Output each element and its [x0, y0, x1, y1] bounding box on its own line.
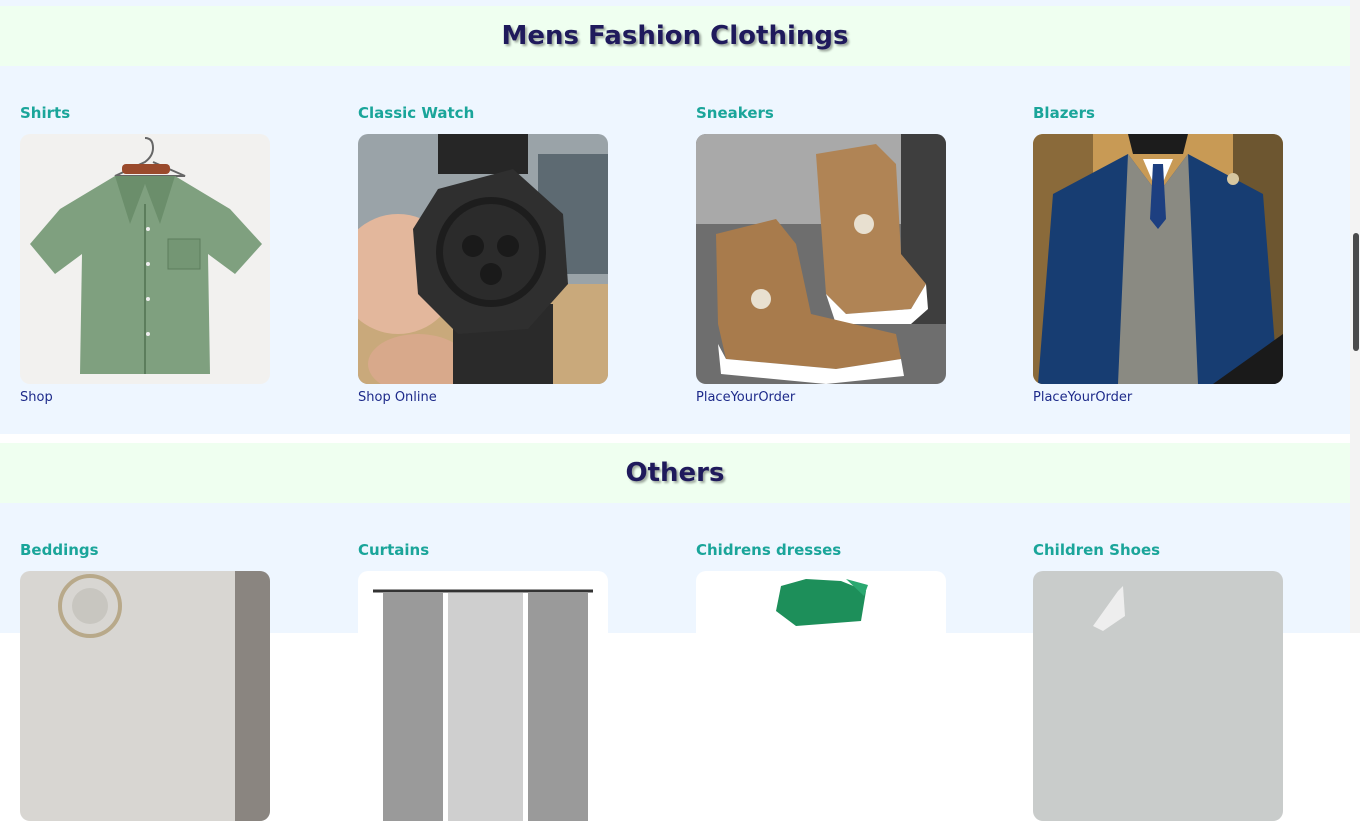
brown-sneakers-image[interactable]	[696, 134, 946, 384]
section-others: Beddings Curtains Chidrens dresses Child…	[0, 503, 1350, 821]
bedroom-image[interactable]	[20, 571, 270, 821]
card-title: Shirts	[20, 104, 71, 122]
place-order-link[interactable]: PlaceYourOrder	[696, 390, 795, 405]
product-card-shirts: Shirts Shop	[20, 102, 270, 405]
card-title: Beddings	[20, 541, 99, 559]
section-mens-fashion: Shirts Shop Classic Watch Shop Online Sn…	[0, 66, 1350, 434]
section-header-others: Others	[0, 443, 1350, 503]
product-card-classic-watch: Classic Watch Shop Online	[358, 102, 608, 405]
curtains-image[interactable]	[358, 571, 608, 821]
green-shirt-image[interactable]	[20, 134, 270, 384]
blue-blazer-image[interactable]	[1033, 134, 1283, 384]
shop-link[interactable]: Shop	[20, 390, 53, 405]
black-watch-image[interactable]	[358, 134, 608, 384]
product-card-blazers: Blazers PlaceYourOrder	[1033, 102, 1283, 405]
product-card-children-shoes: Children Shoes	[1033, 539, 1283, 821]
product-card-beddings: Beddings	[20, 539, 270, 821]
section-header-mens: Mens Fashion Clothings	[0, 6, 1350, 66]
section-title: Mens Fashion Clothings	[501, 21, 849, 51]
section-title: Others	[625, 458, 725, 488]
children-shoes-image[interactable]	[1033, 571, 1283, 821]
card-title: Sneakers	[696, 104, 774, 122]
green-dress-image[interactable]	[696, 571, 946, 821]
product-card-sneakers: Sneakers PlaceYourOrder	[696, 102, 946, 405]
product-card-curtains: Curtains	[358, 539, 608, 821]
card-title: Blazers	[1033, 104, 1095, 122]
card-title: Classic Watch	[358, 104, 475, 122]
shop-online-link[interactable]: Shop Online	[358, 390, 437, 405]
product-card-childrens-dresses: Chidrens dresses	[696, 539, 946, 821]
scrollbar-thumb[interactable]	[1353, 233, 1359, 351]
card-title: Chidrens dresses	[696, 541, 842, 559]
place-order-link[interactable]: PlaceYourOrder	[1033, 390, 1132, 405]
card-title: Curtains	[358, 541, 430, 559]
card-title: Children Shoes	[1033, 541, 1161, 559]
